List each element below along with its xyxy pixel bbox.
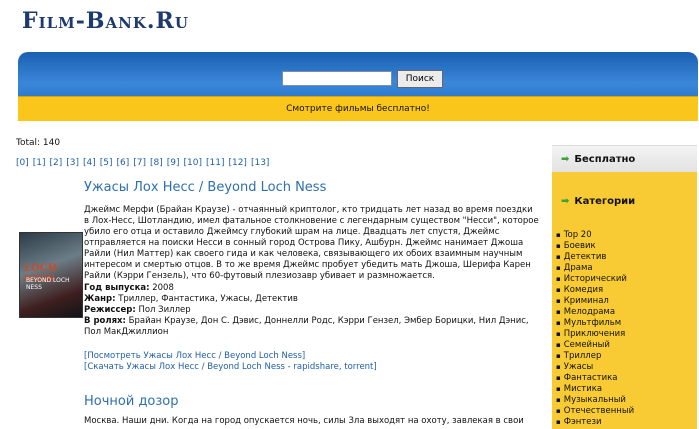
movie-poster[interactable]: LOCH NESS BEYOND LOCH NESS (19, 232, 83, 318)
site-logo[interactable]: Film-Bank.Ru (22, 8, 189, 34)
sidebar-categories-header: ➡ Категории (552, 196, 635, 207)
director-label: Режиссер: (84, 305, 136, 315)
director-value: Пол Зиллер (138, 305, 191, 315)
page-link[interactable]: [3] (66, 158, 79, 168)
movie-description: Москва. Наши дни. Когда на город опускае… (84, 416, 524, 426)
genre-value: Триллер, Фантастика, Ужасы, Детектив (118, 294, 298, 304)
movie-links: [Посмотреть Ужасы Лох Несс / Beyond Loch… (84, 351, 377, 372)
year-value: 2008 (152, 283, 174, 293)
category-item[interactable]: Мелодрама (556, 307, 634, 318)
banner-text: Смотрите фильмы бесплатно! (286, 104, 430, 114)
category-item[interactable]: Отечественный (556, 406, 634, 417)
arrow-right-icon: ➡ (561, 196, 570, 207)
category-item[interactable]: Семейный (556, 340, 634, 351)
movie-title[interactable]: Ужасы Лох Несс / Beyond Loch Ness (84, 180, 326, 195)
category-list: Top 20 Боевик Детектив Драма Исторически… (556, 230, 634, 428)
cast-value: Брайан Краузе, Дон С. Дэвис, Доннелли Ро… (84, 316, 529, 337)
page-link[interactable]: [9] (167, 158, 180, 168)
pagination: [0] [1] [2] [3] [4] [5] [6] [7] [8] [9] [10] [11] [1… (16, 158, 273, 168)
sidebar: ➡ Бесплатно ➡ Категории Top 20 Боевик Дете… (552, 145, 697, 429)
download-link[interactable]: Скачать Ужасы Лох Несс / Beyond Loch Nes… (87, 362, 373, 372)
page-link[interactable]: [5] (100, 158, 113, 168)
year-label: Год выпуска: (84, 283, 150, 293)
sidebar-free-header[interactable]: ➡ Бесплатно (552, 146, 697, 172)
page-link[interactable]: [10] (184, 158, 202, 168)
banner: Смотрите фильмы бесплатно! (18, 96, 698, 121)
page-link[interactable]: [13] (251, 158, 269, 168)
movie-meta: Год выпуска: 2008 Жанр: Триллер, Фантаст… (84, 283, 534, 338)
category-item[interactable]: Фантастика (556, 373, 634, 384)
category-item[interactable]: Триллер (556, 351, 634, 362)
page-link[interactable]: [12] (228, 158, 246, 168)
category-item[interactable]: Фэнтези (556, 417, 634, 428)
arrow-right-icon: ➡ (561, 153, 570, 165)
page-link[interactable]: [6] (117, 158, 130, 168)
page-link[interactable]: [4] (83, 158, 96, 168)
category-item[interactable]: Мистика (556, 384, 634, 395)
category-item[interactable]: Музыкальный (556, 395, 634, 406)
sidebar-free-label: Бесплатно (574, 153, 636, 165)
page-link[interactable]: [2] (50, 158, 63, 168)
movie-title[interactable]: Ночной дозор (84, 394, 179, 409)
search-input[interactable] (282, 71, 392, 86)
category-item[interactable]: Мультфильм (556, 318, 634, 329)
poster-subtitle: BEYOND LOCH NESS (26, 277, 70, 291)
category-item[interactable]: Детектив (556, 252, 634, 263)
category-item[interactable]: Приключения (556, 329, 634, 340)
movie-description: Джеймс Мерфи (Брайан Краузе) - отчаянный… (84, 205, 539, 281)
category-item[interactable]: Ужасы (556, 362, 634, 373)
search-button[interactable]: Поиск (397, 70, 443, 88)
total-count: Total: 140 (16, 138, 61, 148)
cast-label: В ролях: (84, 316, 126, 326)
sidebar-categories-label: Категории (574, 196, 636, 207)
page-link[interactable]: [1] (33, 158, 46, 168)
category-item[interactable]: Боевик (556, 241, 634, 252)
page-link[interactable]: [7] (133, 158, 146, 168)
category-item[interactable]: Исторический (556, 274, 634, 285)
page-link[interactable]: [11] (206, 158, 224, 168)
genre-label: Жанр: (84, 294, 116, 304)
category-item[interactable]: Драма (556, 263, 634, 274)
category-item[interactable]: Комедия (556, 285, 634, 296)
category-item[interactable]: Криминал (556, 296, 634, 307)
page-link[interactable]: [8] (150, 158, 163, 168)
watch-link[interactable]: Посмотреть Ужасы Лох Несс / Beyond Loch … (87, 351, 302, 361)
category-item[interactable]: Top 20 (556, 230, 634, 241)
page-link[interactable]: [0] (16, 158, 29, 168)
